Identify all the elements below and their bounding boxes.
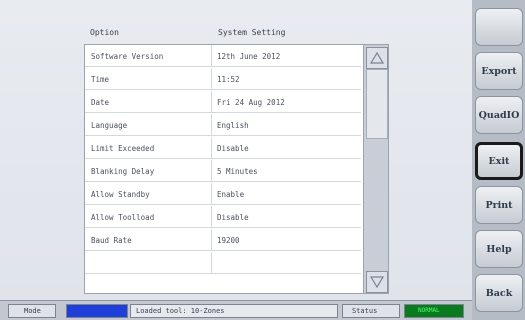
side-button-exit[interactable]: Exit	[475, 142, 523, 180]
option-cell: Time	[91, 75, 110, 84]
status-bar: Mode Loaded tool: 10-Zones Status NORMAL	[0, 300, 472, 320]
setting-cell: 12th June 2012	[217, 52, 281, 61]
side-button-quadio[interactable]: QuadIO	[475, 96, 523, 134]
status-value: NORMAL	[418, 307, 440, 314]
screen: Option System Setting Software Version 12…	[0, 0, 525, 320]
option-cell: Language	[91, 121, 128, 130]
option-cell: Baud Rate	[91, 236, 132, 245]
column-divider	[211, 91, 212, 113]
column-header-setting: System Setting	[218, 28, 286, 37]
triangle-down-icon	[370, 276, 384, 288]
table-header: Option System Setting	[90, 26, 390, 42]
setting-cell: Disable	[217, 144, 249, 153]
option-cell: Date	[91, 98, 110, 107]
scroll-down-button[interactable]	[366, 271, 388, 293]
setting-cell: English	[217, 121, 249, 130]
column-divider	[211, 183, 212, 205]
setting-cell: 11:52	[217, 75, 240, 84]
table-row[interactable]	[85, 252, 361, 274]
side-button-panel: Export QuadIO Exit Print Help Back	[472, 0, 525, 320]
table-row[interactable]: Software Version 12th June 2012	[85, 45, 361, 67]
option-cell: Allow Standby	[91, 190, 150, 199]
side-button-export[interactable]: Export	[475, 52, 523, 90]
triangle-up-icon	[370, 52, 384, 64]
column-divider	[211, 252, 212, 274]
scroll-up-button[interactable]	[366, 47, 388, 69]
mode-label: Mode	[24, 307, 41, 315]
column-divider	[211, 160, 212, 182]
option-cell: Software Version	[91, 52, 164, 61]
column-header-option: Option	[90, 28, 119, 37]
status-label: Status	[352, 307, 378, 315]
side-button-print[interactable]: Print	[475, 186, 523, 224]
status-message: Loaded tool: 10-Zones	[136, 307, 225, 315]
table-row[interactable]: Baud Rate 19200	[85, 229, 361, 251]
table-row[interactable]: Date Fri 24 Aug 2012	[85, 91, 361, 113]
table-row[interactable]: Allow Toolload Disable	[85, 206, 361, 228]
table-row[interactable]: Allow Standby Enable	[85, 183, 361, 205]
option-cell: Limit Exceeded	[91, 144, 155, 153]
column-divider	[211, 45, 212, 67]
option-cell: Blanking Delay	[91, 167, 155, 176]
side-button-back[interactable]: Back	[475, 274, 523, 312]
option-cell: Allow Toolload	[91, 213, 155, 222]
setting-cell: Enable	[217, 190, 245, 199]
scrollbar[interactable]	[363, 45, 388, 293]
column-divider	[211, 114, 212, 136]
setting-cell: Fri 24 Aug 2012	[217, 98, 285, 107]
column-divider	[211, 206, 212, 228]
scroll-thumb[interactable]	[366, 69, 388, 139]
column-divider	[211, 229, 212, 251]
setting-cell: 19200	[217, 236, 240, 245]
table-row[interactable]: Blanking Delay 5 Minutes	[85, 160, 361, 182]
setting-cell: Disable	[217, 213, 249, 222]
column-divider	[211, 68, 212, 90]
setting-cell: 5 Minutes	[217, 167, 258, 176]
table-row[interactable]: Language English	[85, 114, 361, 136]
settings-table: Software Version 12th June 2012 Time 11:52 D…	[84, 44, 389, 294]
column-divider	[211, 137, 212, 159]
mode-indicator	[66, 304, 128, 318]
side-button-help[interactable]: Help	[475, 230, 523, 268]
table-row[interactable]: Limit Exceeded Disable	[85, 137, 361, 159]
side-button-blank[interactable]	[475, 8, 523, 46]
table-row[interactable]: Time 11:52	[85, 68, 361, 90]
